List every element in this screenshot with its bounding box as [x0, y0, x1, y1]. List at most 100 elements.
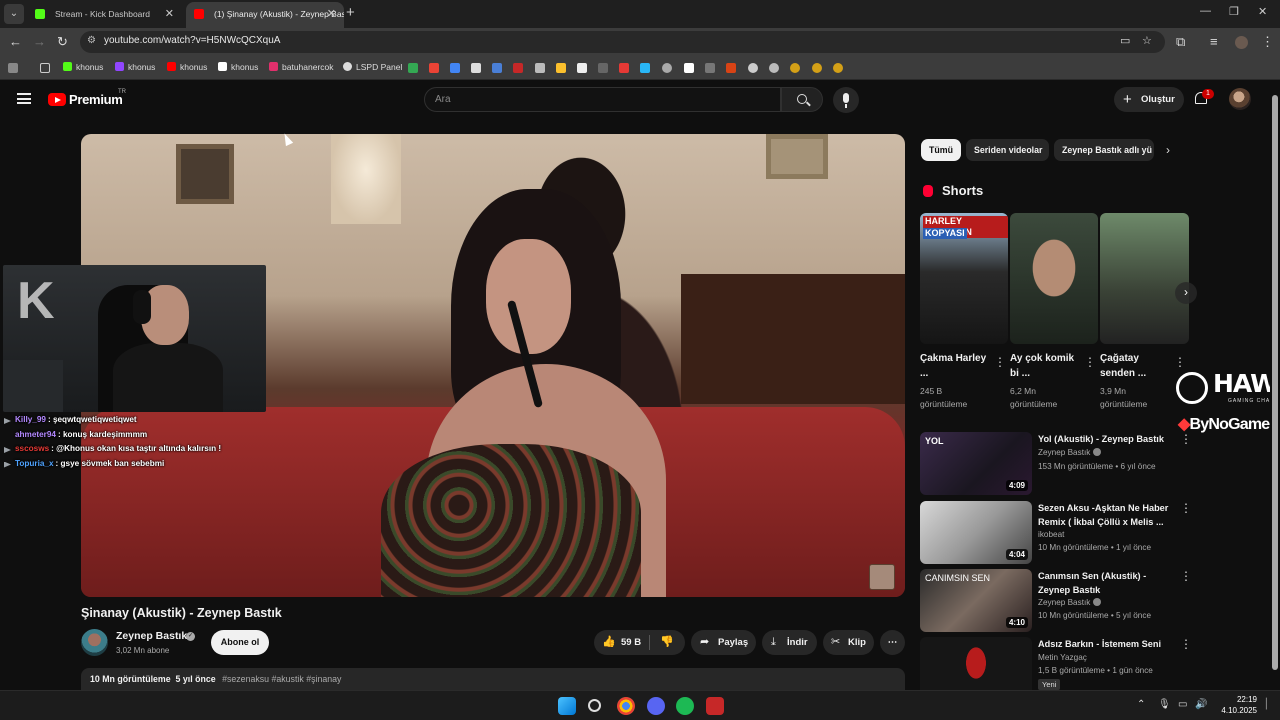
bookmark-icon[interactable]	[833, 63, 843, 73]
spotify-icon[interactable]	[676, 697, 694, 715]
site-info-icon[interactable]: ⚙	[87, 35, 96, 46]
bookmark-icon[interactable]	[748, 63, 758, 73]
more-options-icon[interactable]: ⋮	[1180, 569, 1192, 583]
search-button[interactable]	[781, 87, 823, 112]
bookmark-icon[interactable]	[726, 63, 736, 73]
scrollbar-thumb[interactable]	[1272, 95, 1278, 670]
recommended-video[interactable]: 4:04 Sezen Aksu -Aşktan Ne Haber Remix (…	[920, 501, 1260, 565]
bookmark-item[interactable]: khonus	[63, 62, 103, 72]
bookmark-icon[interactable]	[619, 63, 629, 73]
forward-icon[interactable]: →	[33, 34, 46, 49]
back-icon[interactable]: ←	[9, 34, 22, 49]
short-title[interactable]: Çakma Harley ...	[920, 351, 988, 381]
channel-name[interactable]: Zeynep Bastık	[1038, 598, 1102, 607]
like-icon[interactable]: 👍	[602, 630, 616, 655]
tray-overflow-icon[interactable]: ⌃	[1137, 699, 1145, 710]
chrome-icon[interactable]	[617, 697, 635, 715]
voice-search-icon[interactable]	[833, 87, 859, 113]
chip-channel[interactable]: Zeynep Bastık adlı yü	[1054, 139, 1154, 161]
bookmark-icon[interactable]	[790, 63, 800, 73]
channel-name[interactable]: ikobeat	[1038, 530, 1064, 539]
gmail-icon[interactable]	[408, 63, 418, 73]
profile-avatar[interactable]	[1235, 36, 1248, 49]
discord-icon[interactable]	[647, 697, 665, 715]
show-desktop-icon[interactable]: ▏	[1266, 699, 1274, 710]
hashtags[interactable]: #sezenaksu #akustik #şinanay	[222, 674, 341, 684]
bookmark-item[interactable]: khonus	[167, 62, 207, 72]
close-tab-icon[interactable]: ✕	[327, 2, 336, 26]
close-window-icon[interactable]: ✕	[1258, 5, 1267, 18]
bookmark-icon[interactable]	[705, 63, 715, 73]
bookmark-icon[interactable]	[577, 63, 587, 73]
like-count[interactable]: 59 B	[621, 630, 641, 655]
short-thumbnail[interactable]: HARLEY DAVIDSON KOPYASI	[920, 213, 1008, 344]
short-title[interactable]: Çağatay senden ...	[1100, 351, 1168, 381]
chip-all[interactable]: Tümü	[921, 139, 961, 161]
short-card[interactable]: HARLEY DAVIDSON KOPYASI Çakma Harley ...…	[920, 213, 1008, 411]
bookmark-icon[interactable]	[535, 63, 545, 73]
bookmark-icon[interactable]	[769, 63, 779, 73]
more-options-icon[interactable]: ⋮	[1084, 355, 1096, 369]
short-thumbnail[interactable]	[1010, 213, 1098, 344]
bookmark-item[interactable]: khonus	[218, 62, 258, 72]
apps-icon[interactable]	[8, 63, 18, 73]
gmail-icon[interactable]	[450, 63, 460, 73]
video-title[interactable]: Yol (Akustik) - Zeynep Bastık	[1038, 433, 1178, 447]
more-options-icon[interactable]: ⋮	[1180, 501, 1192, 515]
recommended-video[interactable]: YOL 4:09 Yol (Akustik) - Zeynep Bastık Z…	[920, 432, 1260, 496]
video-thumbnail[interactable]	[920, 637, 1032, 690]
system-clock[interactable]: 22:19 4.10.2025	[1217, 694, 1257, 716]
create-button[interactable]: + Oluştur	[1114, 87, 1184, 112]
extensions-icon[interactable]: ⧉	[1176, 34, 1185, 50]
bookmark-icon[interactable]	[662, 63, 672, 73]
folder-icon[interactable]	[40, 63, 50, 73]
bookmark-icon[interactable]	[598, 63, 608, 73]
video-title[interactable]: Adsız Barkın - İstemem Seni	[1038, 638, 1178, 652]
channel-avatar[interactable]	[81, 629, 108, 656]
url-bar[interactable]: ⚙ youtube.com/watch?v=H5NWcQCXquA ▭ ☆	[80, 31, 1165, 53]
chip-series[interactable]: Seriden videolar	[966, 139, 1049, 161]
more-options-icon[interactable]: ⋮	[1180, 637, 1192, 651]
minimize-icon[interactable]: —	[1200, 5, 1211, 17]
windows-start-icon[interactable]	[558, 697, 576, 715]
bookmark-item[interactable]: batuhanercok	[269, 62, 334, 72]
account-avatar[interactable]	[1229, 88, 1251, 110]
video-title[interactable]: Sezen Aksu -Aşktan Ne Haber Remix ( İkba…	[1038, 502, 1178, 529]
more-actions-icon[interactable]: ⋯	[880, 630, 905, 655]
chevron-right-icon[interactable]: ›	[1166, 143, 1170, 157]
media-icon[interactable]: ≡	[1210, 34, 1218, 49]
restore-icon[interactable]: ❐	[1229, 5, 1239, 18]
search-input[interactable]: Ara	[424, 87, 781, 112]
bookmark-icon[interactable]	[556, 63, 566, 73]
new-tab-icon[interactable]: +	[346, 4, 355, 21]
bookmark-icon[interactable]	[471, 63, 481, 73]
video-title[interactable]: Canımsın Sen (Akustik) - Zeynep Bastık	[1038, 570, 1178, 597]
bookmark-icon[interactable]	[812, 63, 822, 73]
reload-icon[interactable]: ↻	[57, 34, 68, 50]
bookmark-item[interactable]: khonus	[115, 62, 155, 72]
download-button[interactable]: ⤓ İndir	[762, 630, 817, 655]
video-thumbnail[interactable]: YOL 4:09	[920, 432, 1032, 495]
bookmark-icon[interactable]	[640, 63, 650, 73]
gmail-icon[interactable]	[429, 63, 439, 73]
tab-kick-dashboard[interactable]: Stream - Kick Dashboard ✕	[27, 2, 182, 28]
bookmark-icon[interactable]	[492, 63, 502, 73]
youtube-logo-icon[interactable]	[48, 93, 66, 106]
channel-watermark[interactable]	[869, 564, 895, 590]
short-title[interactable]: Ay çok komik bi ...	[1010, 351, 1078, 381]
bookmark-item[interactable]: LSPD Panel	[343, 62, 402, 72]
more-options-icon[interactable]: ⋮	[994, 355, 1006, 369]
volume-icon[interactable]: 🔊	[1195, 699, 1207, 710]
more-options-icon[interactable]: ⋮	[1174, 355, 1186, 369]
more-options-icon[interactable]: ⋮	[1180, 432, 1192, 446]
recommended-video[interactable]: CANIMSIN SEN 4:10 Canımsın Sen (Akustik)…	[920, 569, 1260, 633]
channel-name[interactable]: Zeynep Bastık	[116, 630, 187, 642]
cast-icon[interactable]: ▭	[1120, 34, 1130, 47]
microphone-icon[interactable]: 🎙	[1158, 699, 1171, 710]
bookmark-star-icon[interactable]: ☆	[1142, 34, 1152, 47]
channel-name[interactable]: Metin Yazgaç	[1038, 653, 1087, 662]
tab-youtube[interactable]: (1) Şinanay (Akustik) - Zeynep Bastık - …	[186, 2, 344, 28]
tab-search-icon[interactable]: ⌄	[4, 4, 24, 24]
hamburger-menu-icon[interactable]	[17, 93, 31, 104]
short-thumbnail[interactable]	[1100, 213, 1189, 344]
